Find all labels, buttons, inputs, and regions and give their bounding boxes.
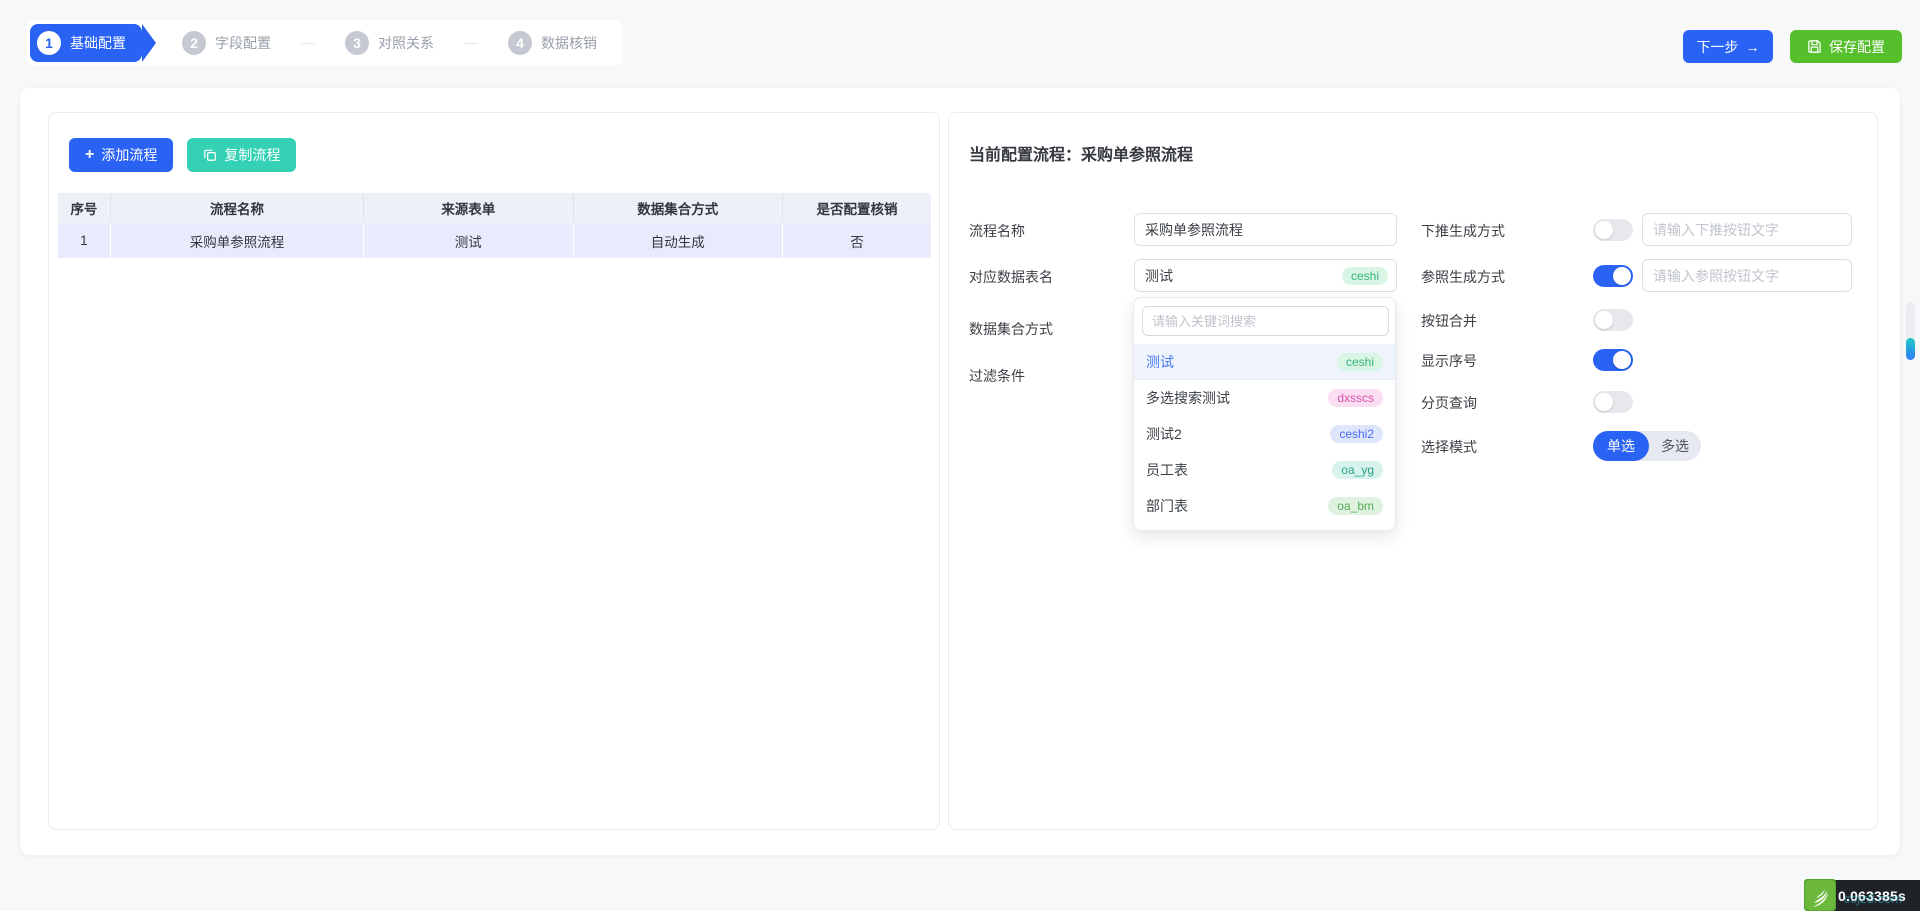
- watermark-text: cojz8.com: [1844, 891, 1903, 906]
- col-header-collect: 数据集合方式: [573, 193, 783, 223]
- col-header-source: 来源表单: [364, 193, 574, 223]
- col-header-verify: 是否配置核销: [783, 193, 931, 223]
- step-mapping[interactable]: 3 对照关系: [345, 31, 434, 55]
- process-name-label: 流程名称: [969, 221, 1025, 241]
- process-name-input[interactable]: [1134, 213, 1397, 246]
- dropdown-option-ceshi2[interactable]: 测试2 ceshi2: [1134, 416, 1395, 452]
- toggle-knob: [1595, 221, 1613, 239]
- dropdown-option-dxsscs[interactable]: 多选搜索测试 dxsscs: [1134, 380, 1395, 416]
- step-label: 数据核销: [541, 33, 597, 53]
- push-down-text-input[interactable]: [1642, 213, 1852, 246]
- option-tag: dxsscs: [1328, 389, 1383, 407]
- merge-buttons-toggle[interactable]: [1593, 309, 1633, 331]
- option-name: 部门表: [1146, 496, 1188, 516]
- dropdown-option-ceshi[interactable]: 测试 ceshi: [1134, 344, 1395, 380]
- copy-icon: [203, 148, 217, 162]
- option-name: 多选搜索测试: [1146, 388, 1230, 408]
- option-name: 员工表: [1146, 460, 1188, 480]
- flow-table-header-row: 序号 流程名称 来源表单 数据集合方式 是否配置核销: [58, 193, 931, 223]
- copy-flow-label: 复制流程: [224, 145, 280, 165]
- push-down-label: 下推生成方式: [1421, 221, 1505, 241]
- push-down-toggle[interactable]: [1593, 219, 1633, 241]
- dropdown-option-oa-bm[interactable]: 部门表 oa_bm: [1134, 488, 1395, 524]
- select-mode-segmented: 单选 多选: [1593, 431, 1701, 461]
- step-basic-config[interactable]: 1 基础配置: [30, 24, 142, 62]
- step-separator: [464, 43, 478, 44]
- step-label: 对照关系: [378, 33, 434, 53]
- dropdown-option-clipped[interactable]: 员工职务表: [1134, 524, 1395, 531]
- flow-list-panel: + 添加流程 复制流程 序号 流程名称 来源表单 数据集合方式 是否配置核销: [48, 112, 940, 830]
- option-tag: ceshi2: [1330, 425, 1383, 443]
- option-tag: oa_bm: [1328, 497, 1383, 515]
- col-header-name: 流程名称: [110, 193, 363, 223]
- table-row[interactable]: 1 采购单参照流程 测试 自动生成 否: [58, 223, 931, 258]
- flow-table: 序号 流程名称 来源表单 数据集合方式 是否配置核销 1 采购单参照流程 测试 …: [58, 193, 931, 258]
- data-table-tag: ceshi: [1342, 267, 1388, 285]
- step-number-badge: 3: [345, 31, 369, 55]
- scrollbar-thumb[interactable]: [1906, 338, 1915, 360]
- merge-buttons-label: 按钮合并: [1421, 311, 1477, 331]
- add-flow-button[interactable]: + 添加流程: [69, 138, 173, 172]
- pagination-label: 分页查询: [1421, 393, 1477, 413]
- page-scrollbar[interactable]: [1906, 302, 1915, 360]
- toggle-knob: [1595, 311, 1613, 329]
- plus-icon: +: [85, 147, 94, 163]
- data-table-input[interactable]: 测试 ceshi: [1134, 259, 1397, 292]
- reference-label: 参照生成方式: [1421, 267, 1505, 287]
- filter-label: 过滤条件: [969, 366, 1025, 386]
- option-name: 测试: [1146, 352, 1174, 372]
- copy-flow-button[interactable]: 复制流程: [187, 138, 296, 172]
- data-table-dropdown: 测试 ceshi 多选搜索测试 dxsscs 测试2 ceshi2 员工表 oa…: [1133, 297, 1396, 531]
- reference-text-input[interactable]: [1642, 259, 1852, 292]
- current-flow-title: 当前配置流程：采购单参照流程: [969, 141, 1193, 165]
- option-tag: oa_yg: [1332, 461, 1383, 479]
- toggle-knob: [1595, 393, 1613, 411]
- data-table-label: 对应数据表名: [969, 267, 1053, 287]
- step-label: 基础配置: [70, 33, 126, 53]
- select-mode-label: 选择模式: [1421, 437, 1477, 457]
- step-wizard: 1 基础配置 2 字段配置 3 对照关系 4 数据核销: [26, 20, 623, 66]
- save-config-button[interactable]: 保存配置: [1790, 30, 1902, 63]
- dropdown-option-oa-yg[interactable]: 员工表 oa_yg: [1134, 452, 1395, 488]
- show-index-toggle[interactable]: [1593, 349, 1633, 371]
- cell-source: 测试: [364, 223, 574, 258]
- next-step-button[interactable]: 下一步 →: [1683, 30, 1773, 63]
- cell-name: 采购单参照流程: [110, 223, 363, 258]
- select-mode-single[interactable]: 单选: [1593, 431, 1649, 461]
- step-field-config[interactable]: 2 字段配置: [182, 31, 271, 55]
- pagination-toggle[interactable]: [1593, 391, 1633, 413]
- profiler-flame-icon[interactable]: [1804, 879, 1836, 911]
- cell-verify: 否: [783, 223, 931, 258]
- data-table-value: 测试: [1145, 266, 1173, 286]
- flow-config-panel: 当前配置流程：采购单参照流程 流程名称 对应数据表名 测试 ceshi 数据集合…: [948, 112, 1878, 830]
- step-number-badge: 2: [182, 31, 206, 55]
- add-flow-label: 添加流程: [101, 145, 157, 165]
- data-collect-label: 数据集合方式: [969, 319, 1053, 339]
- option-tag: ceshi: [1337, 353, 1383, 371]
- toggle-knob: [1613, 351, 1631, 369]
- col-header-index: 序号: [58, 193, 110, 223]
- option-name: 测试2: [1146, 424, 1182, 444]
- arrow-right-icon: →: [1746, 39, 1760, 55]
- save-icon: [1807, 39, 1822, 54]
- cell-index: 1: [58, 223, 110, 258]
- reference-toggle[interactable]: [1593, 265, 1633, 287]
- show-index-label: 显示序号: [1421, 351, 1477, 371]
- toggle-knob: [1613, 267, 1631, 285]
- step-data-verify[interactable]: 4 数据核销: [508, 31, 597, 55]
- cell-collect: 自动生成: [573, 223, 783, 258]
- step-number-badge: 4: [508, 31, 532, 55]
- save-config-label: 保存配置: [1829, 37, 1885, 57]
- next-step-label: 下一步: [1697, 37, 1739, 57]
- step-separator: [301, 43, 315, 44]
- step-label: 字段配置: [215, 33, 271, 53]
- select-mode-multi[interactable]: 多选: [1649, 436, 1701, 456]
- dropdown-search-input[interactable]: [1142, 306, 1389, 336]
- step-number-badge: 1: [37, 31, 61, 55]
